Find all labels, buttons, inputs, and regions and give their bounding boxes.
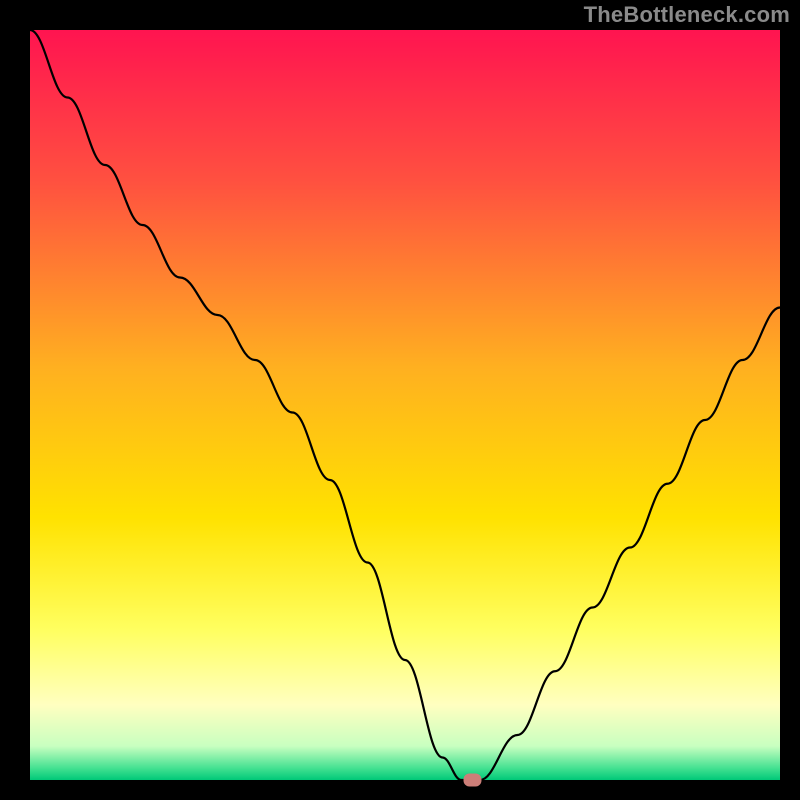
optimum-marker xyxy=(464,774,482,787)
chart-svg xyxy=(0,0,800,800)
bottleneck-chart: TheBottleneck.com xyxy=(0,0,800,800)
watermark-text: TheBottleneck.com xyxy=(584,2,790,28)
plot-background xyxy=(30,30,780,780)
